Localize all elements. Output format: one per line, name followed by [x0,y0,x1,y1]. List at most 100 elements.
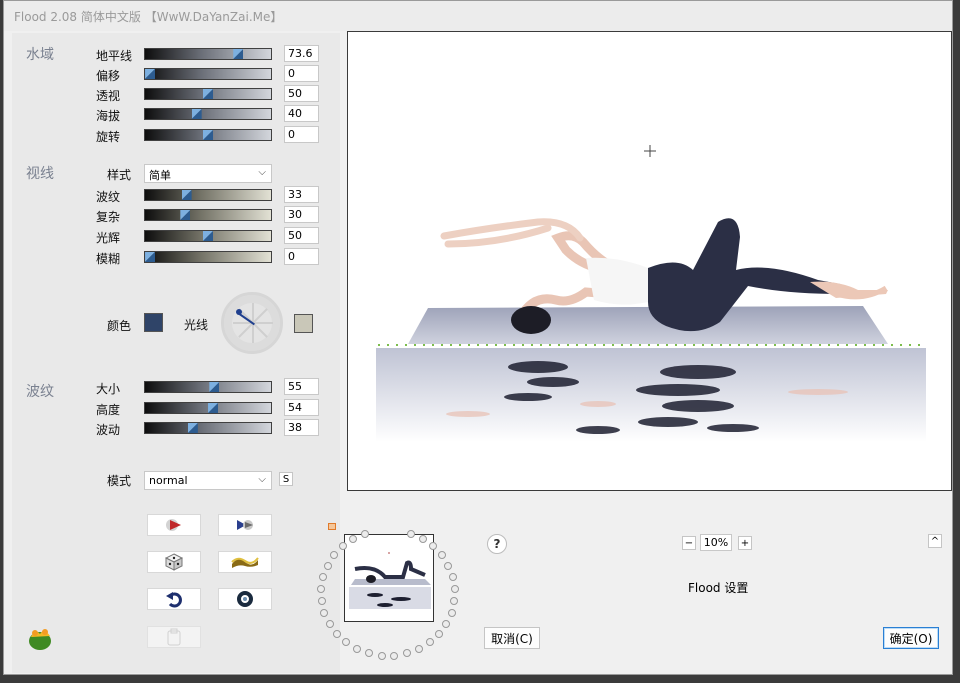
ring-dot[interactable] [444,561,453,570]
collapse-button[interactable]: ^ [928,534,942,548]
title-bar: Flood 2.08 简体中文版 【WwW.DaYanZai.Me】 [4,1,952,31]
slider-track[interactable] [144,129,272,141]
style-select[interactable]: 简单 ⌵ [144,164,272,183]
ring-dot[interactable] [361,529,370,538]
zoom-in-button[interactable]: + [738,536,752,550]
zoom-value: 10% [703,536,729,549]
wave-icon [231,557,259,568]
slider-value-field[interactable]: 30 [284,206,319,223]
slider-label: 旋转 [96,130,121,144]
s-button-label: S [282,473,290,485]
cancel-button[interactable]: 取消(C) [484,627,540,649]
ring-dot[interactable] [448,572,457,581]
ring-dot[interactable] [450,584,459,593]
wave-button[interactable] [218,551,272,573]
ring-dot[interactable] [415,644,424,653]
slider-value-field[interactable]: 40 [284,105,319,122]
slider-track[interactable] [144,88,272,100]
ring-dot[interactable] [437,551,446,560]
mode-select-value: normal [149,474,188,487]
ring-dot[interactable] [342,638,351,647]
ring-dot[interactable] [403,649,412,658]
slider-label: 波动 [96,423,121,437]
ring-dot[interactable] [352,644,361,653]
slider-track[interactable] [144,209,272,221]
help-icon: ? [493,537,501,551]
ring-dot[interactable] [435,629,444,638]
slider-track[interactable] [144,189,272,201]
thumbnail-image [345,535,433,621]
random-button[interactable] [147,551,201,573]
ok-button[interactable]: 确定(O) [883,627,939,649]
s-button[interactable]: S [279,472,293,486]
horizon-crosshair-icon [644,145,656,157]
play-button[interactable] [147,514,201,536]
slider-track[interactable] [144,68,272,80]
ring-dot[interactable] [317,596,326,605]
ring-dot[interactable] [425,638,434,647]
slider-track[interactable] [144,381,272,393]
cancel-button-label: 取消(C) [491,631,533,646]
flood-logo-icon [29,629,51,650]
ring-dot[interactable] [450,596,459,605]
slider-track[interactable] [144,48,272,60]
water-color-swatch[interactable] [144,313,163,332]
ring-dot[interactable] [428,542,437,551]
window-title: Flood 2.08 简体中文版 【WwW.DaYanZai.Me】 [14,10,283,24]
slider-label: 波纹 [96,190,121,204]
slider-value-field[interactable]: 0 [284,65,319,82]
slider-label: 地平线 [96,49,133,63]
preview-image [376,145,926,442]
ring-dot[interactable] [323,561,332,570]
ring-dot[interactable] [364,649,373,658]
clipboard-button[interactable] [147,626,201,648]
ring-marker-icon [328,523,336,530]
light-color-swatch[interactable] [294,314,313,333]
preview-canvas[interactable] [347,31,952,491]
slider-label: 模糊 [96,252,121,266]
slider-value-field[interactable]: 38 [284,419,319,436]
help-button[interactable]: ? [487,534,507,554]
light-direction-dial[interactable] [221,292,283,354]
ring-dot[interactable] [406,529,415,538]
slider-track[interactable] [144,108,272,120]
ring-dot[interactable] [332,629,341,638]
slider-value-field[interactable]: 33 [284,186,319,203]
slider-track[interactable] [144,251,272,263]
chevron-up-icon: ^ [930,535,940,547]
slider-value-field[interactable]: 0 [284,248,319,265]
slider-value-field[interactable]: 50 [284,85,319,102]
ok-button-label: 确定(O) [889,631,933,646]
section-view: 视线 [26,166,54,182]
plus-icon: + [740,537,750,549]
chevron-down-icon: ⌵ [258,474,266,485]
section-water: 水域 [26,47,54,63]
slider-track[interactable] [144,422,272,434]
slider-value-field[interactable]: 55 [284,378,319,395]
slider-track[interactable] [144,402,272,414]
forward-icon [237,520,253,530]
ring-dot[interactable] [390,651,399,660]
slider-value-field[interactable]: 73.6 [284,45,319,62]
ring-dot[interactable] [377,651,386,660]
style-select-value: 简单 [149,169,171,182]
ring-dot[interactable] [447,608,456,617]
ring-dot[interactable] [418,535,427,544]
undo-button[interactable] [147,588,201,610]
preview-thumbnail[interactable] [344,534,434,622]
zoom-out-button[interactable]: − [682,536,696,550]
ring-dot[interactable] [442,619,451,628]
slider-value-field[interactable]: 50 [284,227,319,244]
slider-track[interactable] [144,230,272,242]
slider-value-field[interactable]: 54 [284,399,319,416]
ring-dot[interactable] [317,584,326,593]
play-icon [166,519,181,531]
chevron-down-icon: ⌵ [258,167,266,178]
mode-select[interactable]: normal ⌵ [144,471,272,490]
slider-value-field[interactable]: 0 [284,126,319,143]
forward-button[interactable] [218,514,272,536]
color-label: 颜色 [107,319,132,333]
ring-dot[interactable] [325,619,334,628]
slider-label: 复杂 [96,210,121,224]
loop-button[interactable] [218,588,272,610]
